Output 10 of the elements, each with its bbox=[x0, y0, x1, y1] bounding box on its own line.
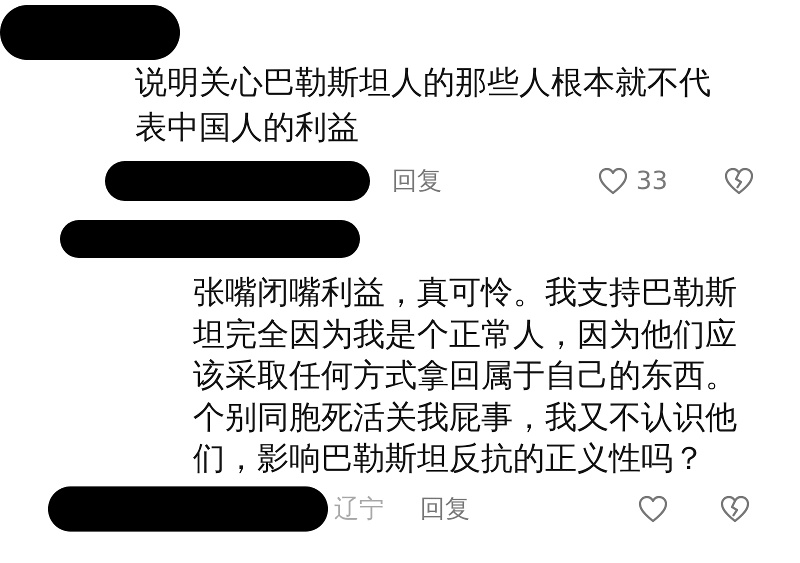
comment-text: 说明关心巴勒斯坦人的那些人根本就不代表中国人的利益 bbox=[135, 62, 712, 148]
location-text: 辽宁 bbox=[334, 493, 384, 526]
reply-link[interactable]: 回复 bbox=[420, 490, 470, 528]
heart-icon[interactable] bbox=[598, 167, 628, 195]
broken-heart-icon[interactable] bbox=[724, 167, 754, 195]
broken-heart-icon[interactable] bbox=[720, 494, 750, 523]
reply-link[interactable]: 回复 bbox=[392, 162, 442, 200]
comment-text: 张嘴闭嘴利益，真可怜。我支持巴勒斯坦完全因为我是个正常人，因为他们应该采取任何方式拿回属于自己的东西。个别同胞死活关我屁事，我又不认识他们，影响巴勒斯坦反抗的正义性吗？ bbox=[193, 272, 738, 480]
like-count: 33 bbox=[636, 165, 668, 198]
heart-icon[interactable] bbox=[638, 494, 668, 523]
